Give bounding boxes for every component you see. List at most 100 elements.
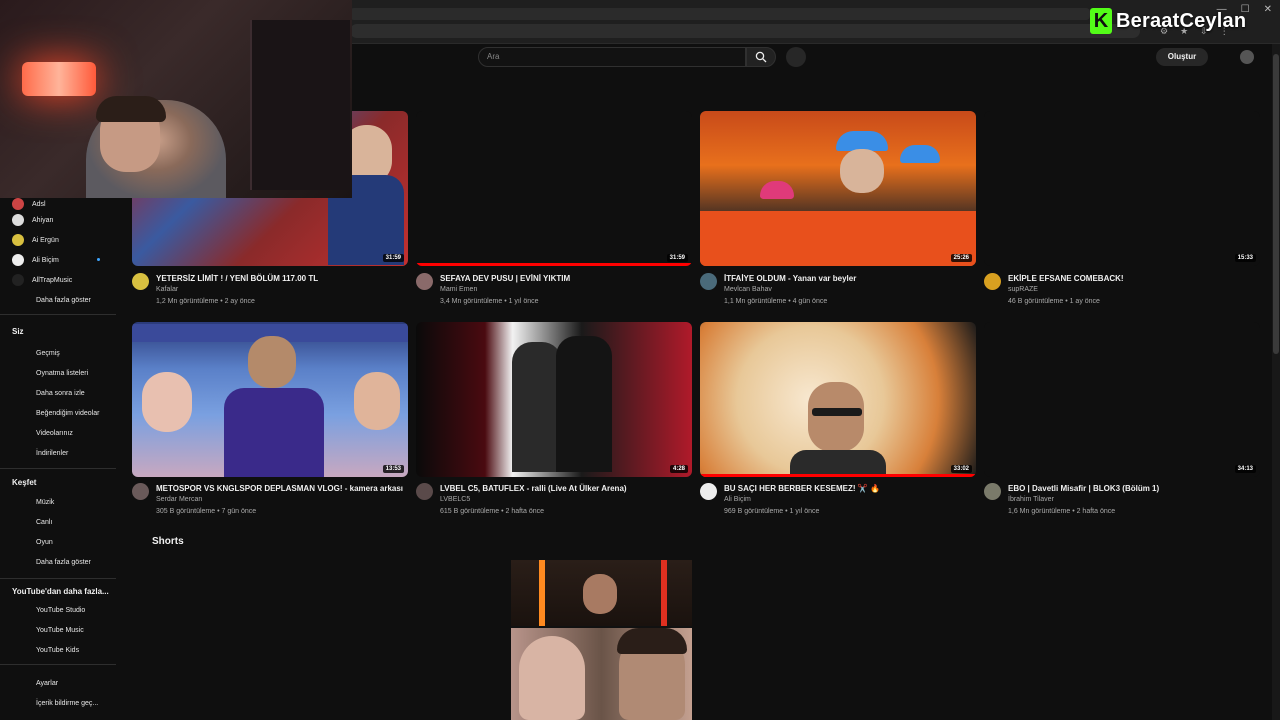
sidebar-item-live[interactable]: Canlı: [12, 516, 52, 528]
sidebar-sub-item[interactable]: Ai Ergün: [12, 234, 59, 246]
short-top-frame: [511, 560, 692, 626]
video-meta: 1,2 Mn görüntüleme • 2 ay önce: [156, 298, 255, 305]
sidebar-heading-explore: Keşfet: [12, 478, 37, 487]
channel-avatar[interactable]: [132, 483, 149, 500]
sidebar-item-playlists[interactable]: Oynatma listeleri: [12, 367, 88, 379]
watch-progress-bar: [416, 263, 692, 266]
sidebar-item-studio[interactable]: YouTube Studio: [12, 604, 85, 616]
video-thumbnail[interactable]: 25:26: [700, 111, 976, 266]
video-thumbnail[interactable]: 33:02: [700, 322, 976, 477]
streamer-name: BeraatCeylan: [1116, 9, 1247, 32]
sidebar-item-watch-later[interactable]: Daha sonra izle: [12, 387, 85, 399]
channel-avatar-icon: [12, 274, 24, 286]
video-thumbnail[interactable]: 13:53: [132, 322, 408, 477]
video-meta: 305 B görüntüleme • 7 gün önce: [156, 508, 257, 515]
sidebar: Adsl Ahiyan Ai Ergün Ali Biçim AllTrapMu…: [0, 198, 118, 720]
kick-logo-icon: K: [1090, 8, 1112, 34]
channel-avatar-icon: [12, 234, 24, 246]
video-thumbnail[interactable]: 31:59: [416, 111, 692, 266]
channel-name[interactable]: İbrahim Tilaver: [1008, 496, 1054, 503]
video-duration: 13:53: [382, 465, 404, 473]
channel-avatar[interactable]: [700, 273, 717, 290]
watch-progress-bar: [700, 474, 976, 477]
channel-name[interactable]: LVBELC5: [440, 496, 470, 503]
channel-name[interactable]: Ali Biçim: [724, 496, 751, 503]
video-title[interactable]: EBO | Davetli Misafir | BLOK3 (Bölüm 1): [1008, 484, 1159, 493]
sidebar-divider: [0, 468, 116, 469]
channel-avatar[interactable]: [700, 483, 717, 500]
shorts-thumbnail[interactable]: [511, 560, 692, 720]
video-meta: 46 B görüntüleme • 1 ay önce: [1008, 298, 1100, 305]
sidebar-item-music[interactable]: Müzik: [12, 496, 54, 508]
search-icon: [755, 51, 767, 63]
sidebar-item-history[interactable]: Geçmiş: [12, 347, 60, 359]
video-title[interactable]: METOSPOR VS KNGLSPOR DEPLASMAN VLOG! - k…: [156, 484, 403, 493]
close-icon[interactable]: ✕: [1264, 4, 1272, 15]
video-meta: 969 B görüntüleme • 1 yıl önce: [724, 508, 820, 515]
video-title[interactable]: LVBEL C5, BATUFLEX - ralli (Live At Ülke…: [440, 484, 627, 493]
page-scrollbar[interactable]: [1272, 44, 1280, 720]
channel-avatar-icon: [12, 214, 24, 226]
sidebar-sub-item[interactable]: AllTrapMusic: [12, 274, 72, 286]
channel-avatar[interactable]: [416, 273, 433, 290]
sidebar-item-liked[interactable]: Beğendiğim videolar: [12, 407, 99, 419]
video-duration: 25:26: [950, 254, 972, 262]
sidebar-item-yt-kids[interactable]: YouTube Kids: [12, 644, 79, 656]
channel-avatar[interactable]: [416, 483, 433, 500]
streamer-brand-overlay: K BeraatCeylan: [1090, 8, 1246, 34]
search-button[interactable]: [746, 47, 776, 67]
channel-avatar[interactable]: [984, 483, 1001, 500]
sidebar-heading-you[interactable]: Siz: [12, 327, 24, 336]
sidebar-show-more[interactable]: Daha fazla göster: [12, 294, 91, 306]
browser-tab-strip[interactable]: [350, 8, 1090, 20]
channel-avatar[interactable]: [132, 273, 149, 290]
video-duration: 31:59: [382, 254, 404, 262]
video-title[interactable]: SEFAYA DEV PUSU | EVİNİ YIKTIM: [440, 274, 570, 283]
search-input[interactable]: Ara: [478, 47, 746, 67]
video-thumbnail[interactable]: 4:28: [416, 322, 692, 477]
sidebar-item-your-videos[interactable]: Videolarınız: [12, 427, 73, 439]
channel-name[interactable]: Mami Emen: [440, 286, 477, 293]
channel-name[interactable]: supRAZE: [1008, 286, 1038, 293]
video-meta: 615 B görüntüleme • 2 hafta önce: [440, 508, 545, 515]
sidebar-item-report-history[interactable]: İçerik bildirme geç...: [12, 697, 98, 709]
channel-name[interactable]: Serdar Mercan: [156, 496, 202, 503]
channel-avatar-icon: [12, 198, 24, 210]
scrollbar-thumb[interactable]: [1273, 54, 1279, 354]
video-meta: 1,6 Mn görüntüleme • 2 hafta önce: [1008, 508, 1116, 515]
video-meta: 3,4 Mn görüntüleme • 1 yıl önce: [440, 298, 539, 305]
video-thumbnail[interactable]: 15:33: [984, 111, 1260, 266]
sidebar-item-yt-music[interactable]: YouTube Music: [12, 624, 84, 636]
video-title[interactable]: BU SAÇI HER BERBER KESEMEZ! ✂️ 🔥: [724, 484, 880, 493]
sidebar-show-more[interactable]: Daha fazla göster: [12, 556, 91, 568]
sidebar-divider: [0, 664, 116, 665]
sidebar-item-gaming[interactable]: Oyun: [12, 536, 53, 548]
video-duration: 4:28: [669, 465, 688, 473]
video-title[interactable]: EKİPLE EFSANE COMEBACK!: [1008, 274, 1124, 283]
video-thumbnail[interactable]: 34:13: [984, 322, 1260, 477]
sidebar-item-settings[interactable]: Ayarlar: [12, 677, 58, 689]
sidebar-divider: [0, 314, 116, 315]
sidebar-sub-item[interactable]: Ali Biçim: [12, 254, 59, 266]
sidebar-divider: [0, 578, 116, 579]
create-button[interactable]: Oluştur: [1156, 48, 1208, 66]
webcam-hair: [96, 96, 166, 122]
live-dot-icon: [97, 258, 100, 261]
address-bar[interactable]: [350, 24, 1140, 38]
video-duration: 15:33: [1234, 254, 1256, 262]
channel-avatar-icon: [12, 254, 24, 266]
sidebar-sub-item[interactable]: Ahiyan: [12, 214, 53, 226]
webcam-background: [250, 20, 350, 190]
channel-name[interactable]: Kafalar: [156, 286, 178, 293]
webcam-overlay: [0, 0, 352, 198]
video-title[interactable]: YETERSİZ LİMİT ! / YENİ BÖLÜM 117.00 TL: [156, 274, 318, 283]
channel-name[interactable]: Mevlcan Bahav: [724, 286, 772, 293]
shorts-heading: Shorts: [152, 536, 184, 547]
voice-search-button[interactable]: [786, 47, 806, 67]
video-title[interactable]: İTFAİYE OLDUM - Yanan var beyler: [724, 274, 856, 283]
video-duration: 34:13: [1234, 465, 1256, 473]
sidebar-item-downloads[interactable]: İndirilenler: [12, 447, 68, 459]
account-avatar[interactable]: [1240, 50, 1254, 64]
channel-avatar[interactable]: [984, 273, 1001, 290]
sidebar-sub-item[interactable]: Adsl: [12, 198, 46, 210]
